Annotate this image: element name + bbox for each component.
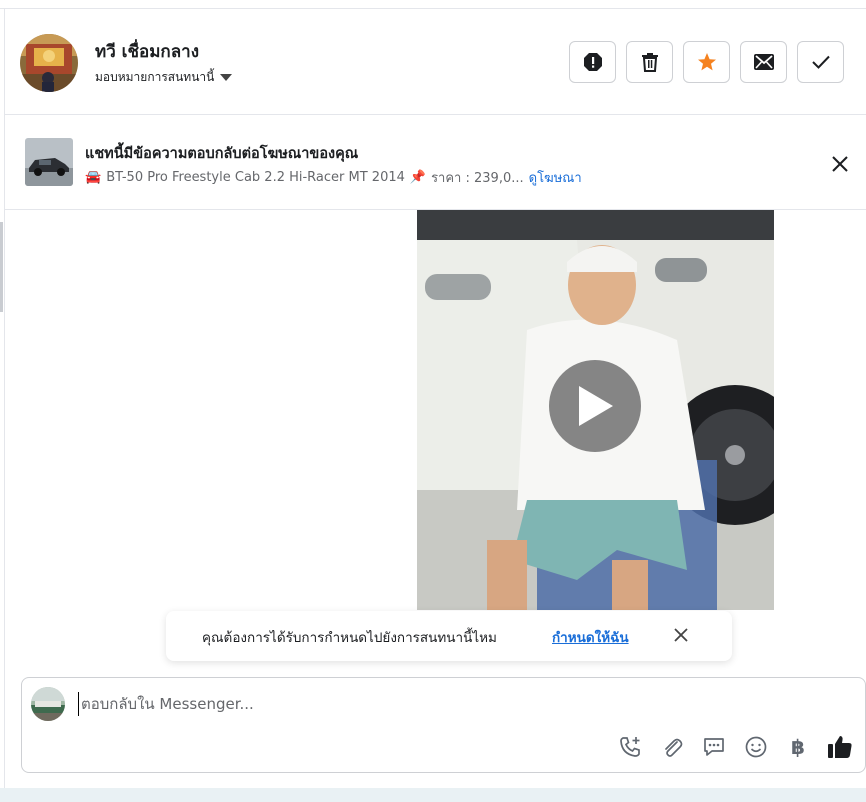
follow-up-button[interactable] — [683, 41, 730, 83]
conversation-header: ทวี เชื่อมกลาง มอบหมายการสนทนานี้ — [5, 10, 866, 115]
envelope-icon — [753, 54, 774, 70]
payment-button[interactable]: ฿ — [785, 734, 811, 760]
chat-bubble-icon — [704, 738, 724, 756]
ad-details: 🚘 BT-50 Pro Freestyle Cab 2.2 Hi-Racer M… — [85, 167, 582, 188]
contact-avatar[interactable] — [20, 34, 78, 92]
assign-conversation-dropdown[interactable]: มอบหมายการสนทนานี้ — [95, 68, 233, 87]
ad-reply-title: แชทนี้มีข้อความตอบกลับต่อโฆษณาของคุณ — [85, 146, 359, 162]
thumbs-up-icon — [828, 736, 852, 758]
assign-prompt-toast: คุณต้องการได้รับการกำหนดไปยังการสนทนานี้… — [166, 611, 732, 661]
inbox-conversation-page: ทวี เชื่อมกลาง มอบหมายการสนทนานี้ แชทนี้… — [0, 0, 866, 802]
play-button[interactable] — [549, 360, 641, 452]
close-toast-button[interactable] — [672, 626, 690, 644]
paperclip-icon — [665, 738, 683, 757]
close-ad-banner-button[interactable] — [830, 154, 850, 174]
video-message[interactable] — [417, 210, 774, 610]
trash-icon — [641, 53, 658, 72]
assign-label: มอบหมายการสนทนานี้ — [95, 70, 215, 84]
top-strip — [0, 0, 866, 9]
ad-reply-banner: แชทนี้มีข้อความตอบกลับต่อโฆษณาของคุณ 🚘 B… — [5, 116, 866, 210]
done-button[interactable] — [797, 41, 844, 83]
header-actions — [569, 41, 844, 83]
vehicle-price: ราคา : 239,0... — [431, 171, 524, 186]
mark-unread-button[interactable] — [740, 41, 787, 83]
spam-button[interactable] — [569, 41, 616, 83]
emoji-button[interactable] — [743, 734, 769, 760]
call-button[interactable] — [617, 734, 643, 760]
ad-thumbnail[interactable] — [25, 138, 73, 186]
contact-name[interactable]: ทวี เชื่อมกลาง — [95, 38, 199, 65]
attach-button[interactable] — [659, 734, 685, 760]
pin-emoji-icon: 📌 — [409, 170, 427, 185]
assign-to-me-link[interactable]: กำหนดให้ฉัน — [552, 626, 629, 648]
composer-tools: ฿ — [617, 734, 853, 760]
baht-icon: ฿ — [791, 735, 805, 759]
play-icon — [579, 386, 613, 426]
check-icon — [811, 55, 830, 69]
assign-prompt-text: คุณต้องการได้รับการกำหนดไปยังการสนทนานี้… — [202, 630, 497, 646]
close-icon — [674, 628, 688, 642]
like-button[interactable] — [827, 734, 853, 760]
close-icon — [832, 156, 848, 172]
alert-octagon-icon — [583, 53, 602, 71]
smiley-icon — [745, 736, 767, 758]
page-avatar — [31, 687, 65, 721]
scroll-indicator[interactable] — [0, 222, 3, 312]
bottom-strip — [0, 788, 866, 802]
saved-replies-button[interactable] — [701, 734, 727, 760]
star-icon — [697, 53, 716, 71]
caret-down-icon — [220, 74, 233, 81]
reply-input[interactable] — [78, 692, 778, 716]
reply-composer: ฿ — [21, 677, 866, 773]
view-ad-link[interactable]: ดูโฆษณา — [529, 167, 582, 188]
car-emoji-icon: 🚘 — [85, 170, 102, 185]
vehicle-name: BT-50 Pro Freestyle Cab 2.2 Hi-Racer MT … — [106, 170, 405, 185]
delete-button[interactable] — [626, 41, 673, 83]
phone-plus-icon — [620, 737, 640, 757]
